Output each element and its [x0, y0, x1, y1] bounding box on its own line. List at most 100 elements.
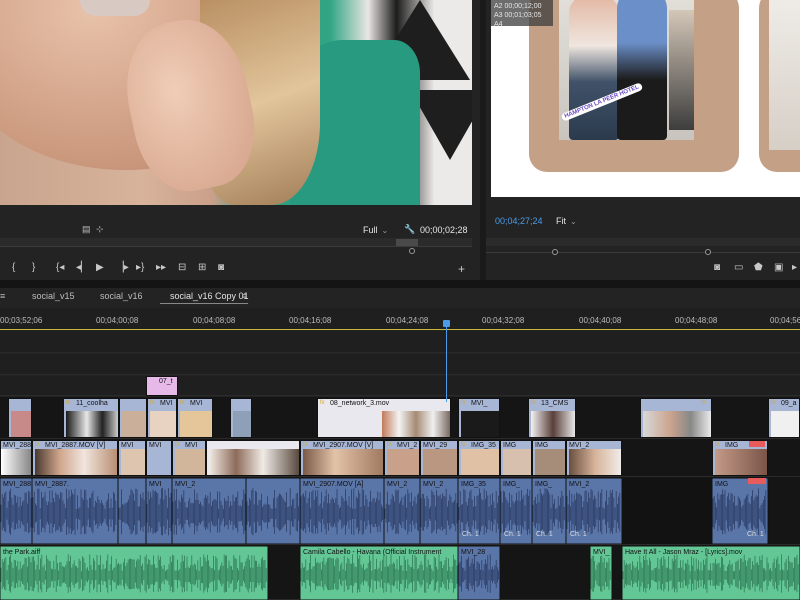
- program-scrub-bar[interactable]: [486, 238, 800, 246]
- source-transport-bar: { } {◂ ◂▏ ▶ ▕▸ ▸} ▸▸ ⊟ ⊞ ◙ +: [0, 262, 480, 276]
- tab-social-v16[interactable]: social_v16: [100, 291, 143, 301]
- overlay-icon[interactable]: ⊹: [96, 224, 104, 235]
- clip-label: the Park.aiff: [3, 549, 40, 556]
- video-clip[interactable]: fx MVI: [172, 440, 206, 476]
- wrench-icon[interactable]: 🔧: [404, 224, 415, 235]
- go-to-out-icon[interactable]: ▸}: [136, 262, 144, 273]
- overwrite-clip-icon[interactable]: ⊞: [198, 262, 206, 273]
- program-timecode[interactable]: 00;04;27;24: [495, 216, 543, 226]
- clip-thumbnail: [461, 411, 499, 437]
- mark-out-icon[interactable]: }: [32, 262, 35, 273]
- playhead-line[interactable]: [446, 322, 447, 402]
- ruler-tick: 00;04;40;08: [579, 316, 622, 325]
- video-clip[interactable]: [8, 398, 32, 438]
- video-clip[interactable]: fx IMG_35: [458, 440, 500, 476]
- safe-margins-icon[interactable]: ▭: [734, 262, 743, 273]
- program-video-frame: HAMPTON LA PEER HOTEL A2 00;00;12;00 A3 …: [491, 0, 800, 197]
- clip-thumbnail: [461, 449, 499, 475]
- clip-label: IMG: [715, 481, 728, 488]
- video-clip[interactable]: fx: [640, 398, 712, 438]
- work-area-bar[interactable]: [0, 329, 800, 330]
- clip-label: Camila Cabello - Havana (Official Instru…: [303, 549, 441, 556]
- video-clip[interactable]: fx MVI_: [458, 398, 500, 438]
- more-icon[interactable]: ▸: [792, 262, 797, 273]
- export-frame-icon[interactable]: ▣: [774, 262, 783, 273]
- video-clip[interactable]: fx 09_a: [768, 398, 800, 438]
- audio-clip[interactable]: MVI_2: [171, 478, 247, 544]
- insert-clip-icon[interactable]: ⊟: [178, 262, 186, 273]
- audio-clip[interactable]: MVI_: [589, 546, 613, 600]
- video-clip[interactable]: fx MVI_2: [384, 440, 420, 476]
- video-clip[interactable]: MVI: [118, 440, 146, 476]
- audio-clip[interactable]: [117, 478, 147, 544]
- source-timecode[interactable]: 00;00;02;28: [420, 225, 468, 235]
- video-clip[interactable]: MVI_288: [0, 440, 32, 476]
- marker-icon[interactable]: ⬟: [754, 262, 763, 273]
- tab-social-v15[interactable]: social_v15: [32, 291, 75, 301]
- tab-close-icon[interactable]: ≡: [0, 291, 5, 301]
- source-in-out-range[interactable]: [396, 239, 418, 246]
- clip-label: MVI_2: [569, 481, 589, 488]
- source-fit-dropdown[interactable]: Full ⌄: [363, 225, 388, 235]
- person-shape: [617, 0, 667, 140]
- video-clip[interactable]: fx MVI_2887.MOV [V]: [32, 440, 118, 476]
- video-clip[interactable]: IMG: [500, 440, 532, 476]
- add-button-icon[interactable]: +: [458, 262, 465, 276]
- video-clip[interactable]: fx MVI: [177, 398, 213, 438]
- audio-clip[interactable]: Camila Cabello - Havana (Official Instru…: [299, 546, 459, 600]
- panel-divider-horizontal[interactable]: [0, 280, 800, 288]
- audio-clip[interactable]: MVI_28: [457, 546, 501, 600]
- insert-icon[interactable]: ▤: [82, 224, 91, 235]
- video-clip[interactable]: fx 08_network_3.mov: [317, 398, 451, 438]
- video-clip[interactable]: fx MVI_2907.MOV [V]: [300, 440, 384, 476]
- time-ruler[interactable]: 00;03;52;06 00;04;00;08 00;04;08;08 00;0…: [0, 308, 800, 330]
- camera-icon[interactable]: ◙: [218, 262, 224, 273]
- video-clip[interactable]: [206, 440, 300, 476]
- track-v4[interactable]: [0, 354, 800, 375]
- audio-clip[interactable]: the Park.aiff: [0, 546, 269, 600]
- source-playhead[interactable]: [409, 248, 415, 254]
- program-in-marker[interactable]: [552, 249, 558, 255]
- audio-clip[interactable]: MVI_2907.MOV [A]: [299, 478, 385, 544]
- timecode-overlay: A2 00;00;12;00 A3 00;01;03;05 A4: [491, 0, 553, 28]
- fx-icon: fx: [320, 400, 325, 406]
- tab-menu-icon[interactable]: ≡: [242, 291, 247, 301]
- clip-label: MVI_28: [461, 549, 485, 556]
- video-clip[interactable]: fx MVI: [147, 398, 177, 438]
- audio-clip[interactable]: MVI_288: [0, 478, 33, 544]
- video-clip[interactable]: fx 13_CMS: [528, 398, 576, 438]
- program-fit-dropdown[interactable]: Fit ⌄: [556, 216, 577, 226]
- audio-clip[interactable]: Have It All - Jason Mraz - [Lyrics].mov: [621, 546, 800, 600]
- step-back-icon[interactable]: ◂▏: [76, 262, 89, 273]
- camera-icon[interactable]: ◙: [714, 262, 720, 273]
- audio-clip[interactable]: [245, 478, 301, 544]
- audio-clip[interactable]: MVI_2: [419, 478, 459, 544]
- track-v5[interactable]: [0, 331, 800, 353]
- channel-label: Ch. 1: [570, 531, 587, 538]
- clip-thumbnail: [209, 449, 299, 475]
- video-clip[interactable]: MVI_2: [566, 440, 622, 476]
- program-playhead[interactable]: [705, 249, 711, 255]
- source-video-frame: [0, 0, 472, 205]
- audio-clip[interactable]: MVI_2887.: [31, 478, 119, 544]
- go-to-next-icon[interactable]: ▸▸: [156, 262, 166, 273]
- audio-clip[interactable]: MVI: [145, 478, 173, 544]
- clip-thumbnail: [715, 449, 767, 475]
- video-clip[interactable]: MVI_29: [420, 440, 458, 476]
- audio-clip[interactable]: MVI_2: [383, 478, 421, 544]
- video-clip[interactable]: [230, 398, 252, 438]
- fx-icon: fx: [150, 400, 155, 406]
- mark-in-icon[interactable]: {: [12, 262, 15, 273]
- video-clip[interactable]: MVI: [146, 440, 172, 476]
- go-to-in-icon[interactable]: {◂: [56, 262, 64, 273]
- video-clip[interactable]: fx 11_coolha: [63, 398, 119, 438]
- play-icon[interactable]: ▶: [96, 262, 104, 273]
- video-clip[interactable]: IMG: [532, 440, 566, 476]
- track-v3[interactable]: [0, 376, 800, 396]
- title-clip[interactable]: 07_t: [146, 376, 178, 396]
- video-clip[interactable]: [119, 398, 147, 438]
- step-forward-icon[interactable]: ▕▸: [116, 262, 129, 273]
- tab-social-v16-copy[interactable]: social_v16 Copy 01: [170, 291, 249, 301]
- video-clip[interactable]: fx IMG: [712, 440, 768, 476]
- audio-track-a2: the Park.aiff Camila Cabello - Havana (Of…: [0, 546, 800, 600]
